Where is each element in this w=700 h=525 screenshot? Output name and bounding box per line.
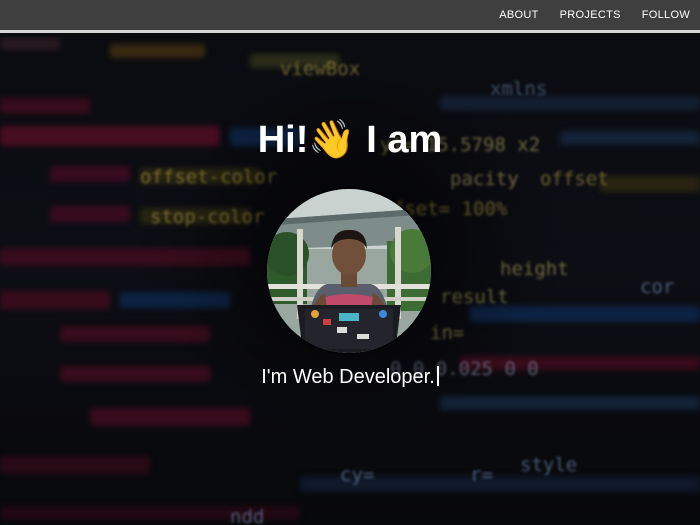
nav-link-follow[interactable]: FOLLOW <box>642 9 690 21</box>
hero-subtitle: I'm Web Developer. <box>0 366 700 389</box>
profile-photo-avatar <box>267 189 431 353</box>
top-navbar: ABOUT PROJECTS FOLLOW <box>0 0 700 33</box>
nav-link-about[interactable]: ABOUT <box>499 9 538 21</box>
typing-cursor <box>436 366 439 386</box>
hero-title: Hi!👋 I am <box>257 119 443 161</box>
nav-link-projects[interactable]: PROJECTS <box>560 9 621 21</box>
typed-text: I'm Web Developer. <box>261 366 435 388</box>
profile-photo-icon <box>267 189 431 353</box>
